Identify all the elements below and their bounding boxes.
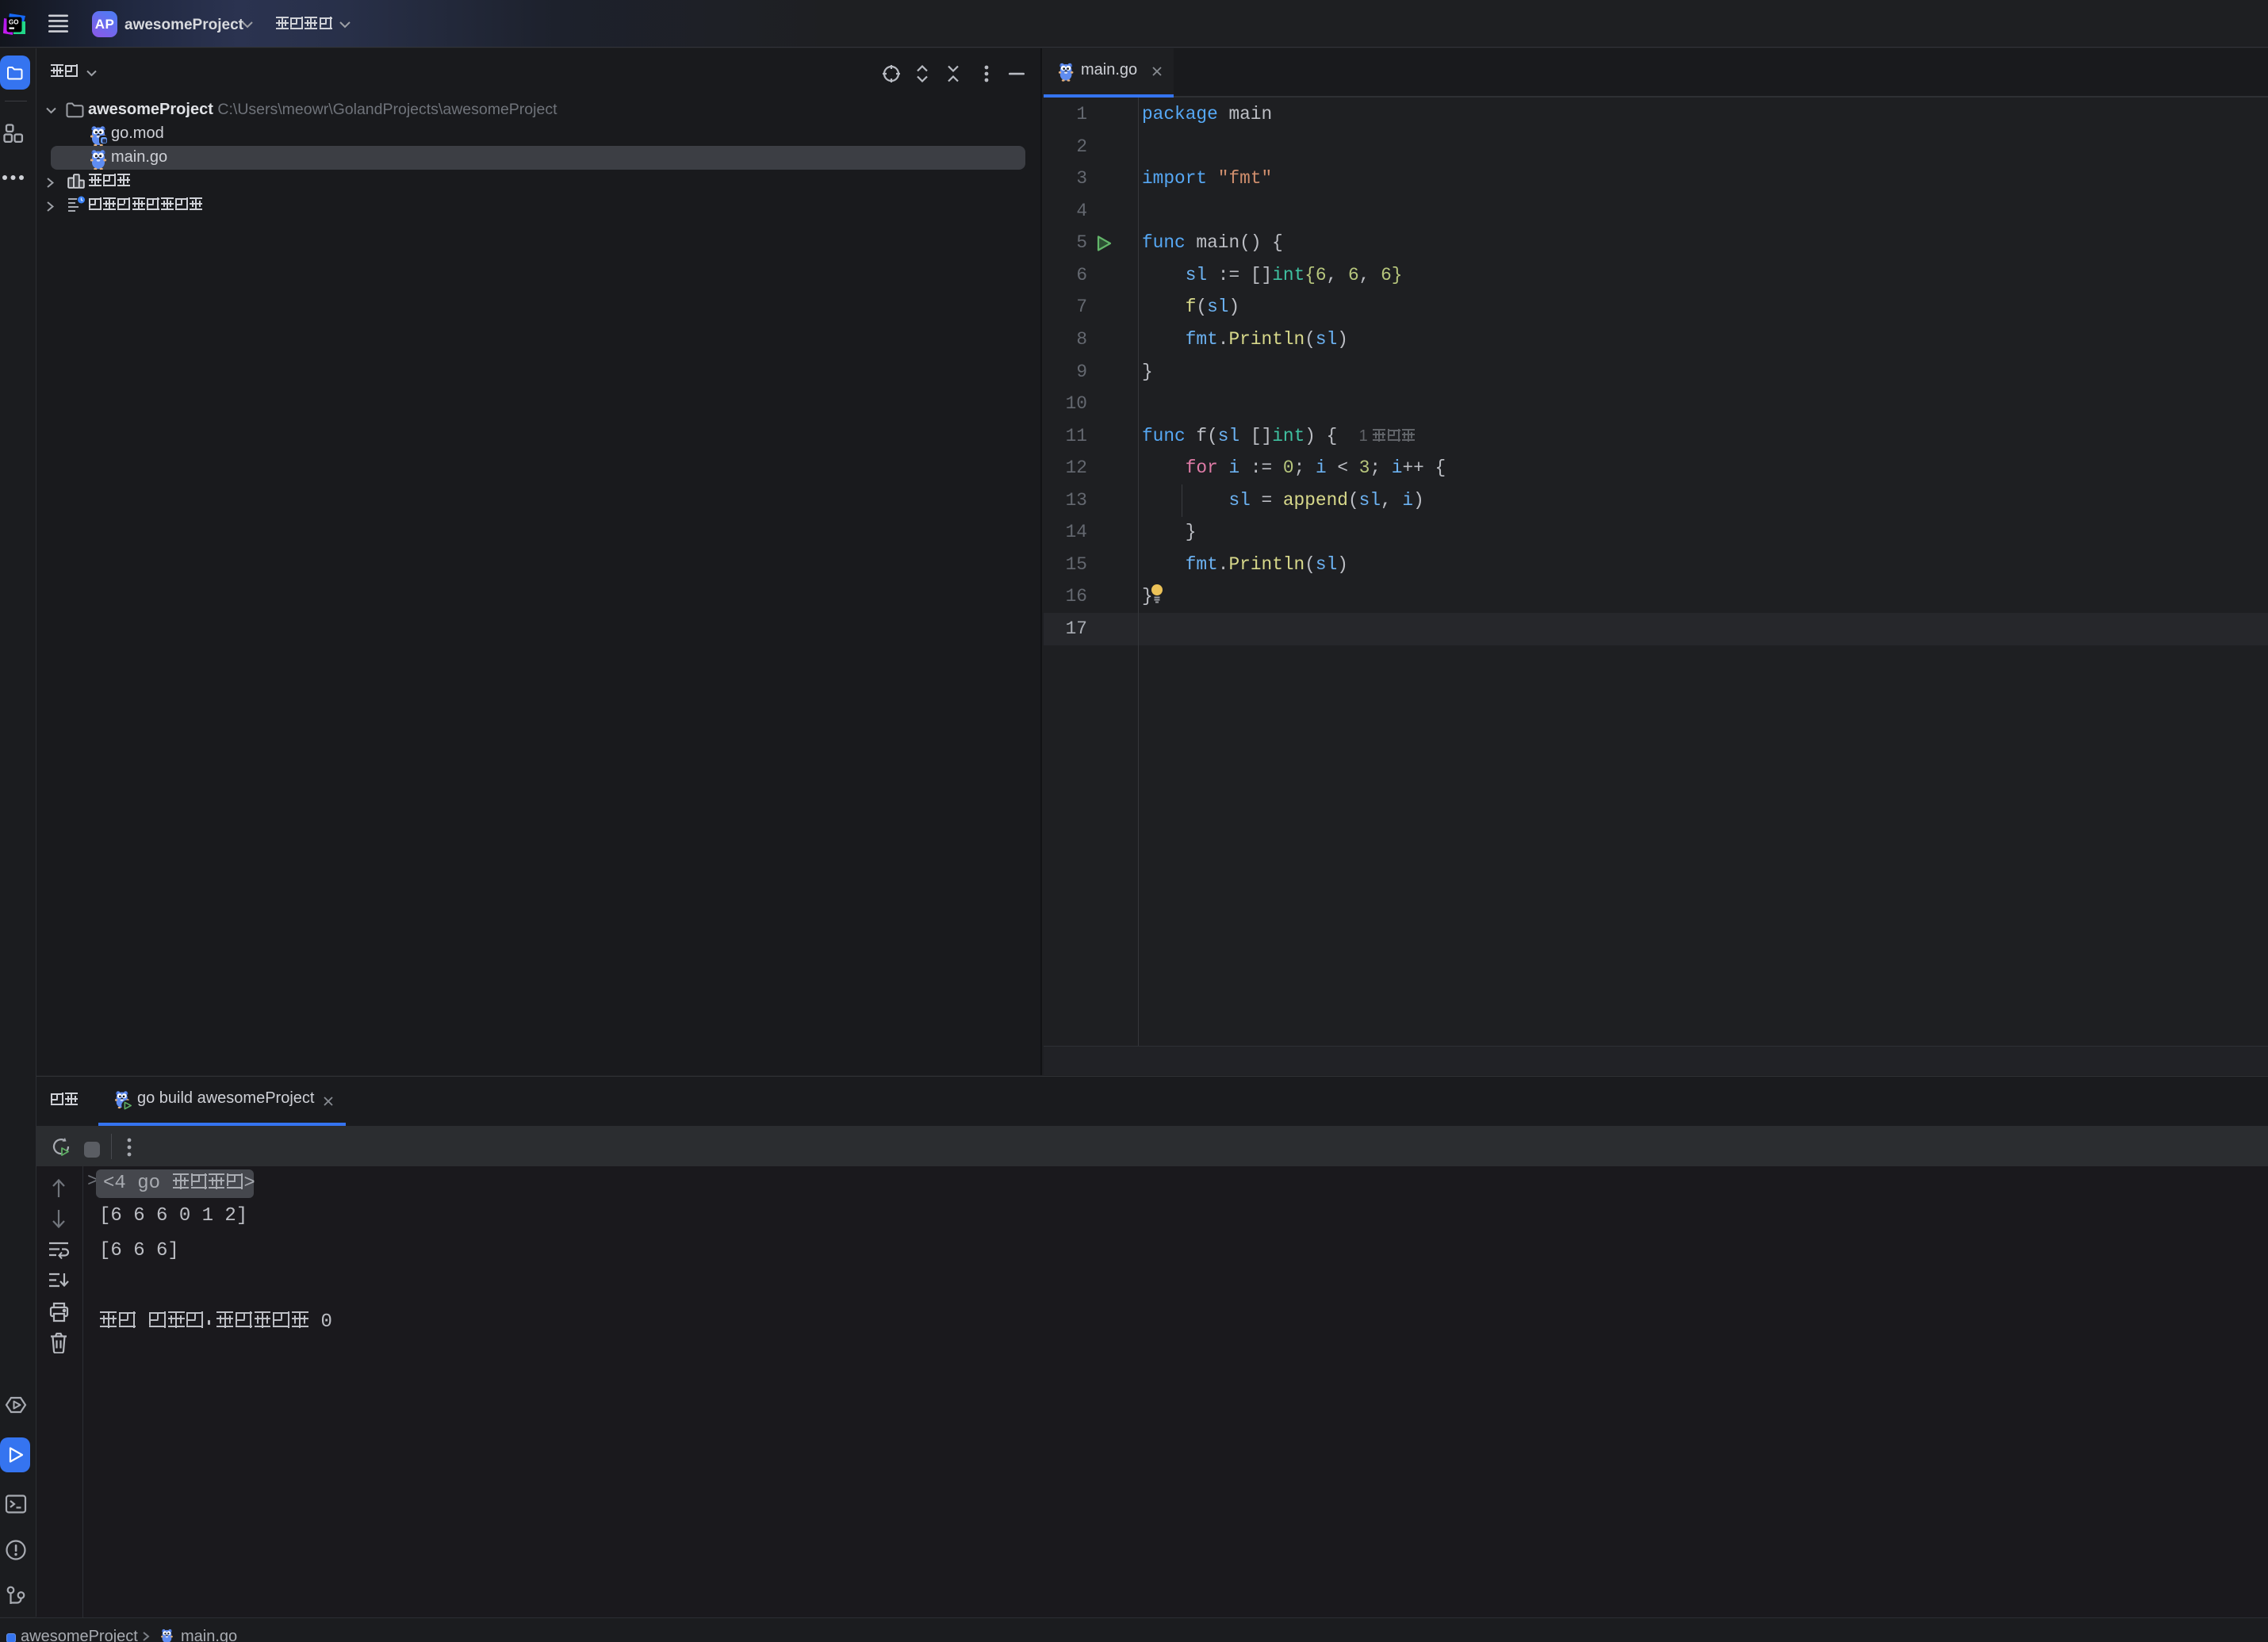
svg-text:GO: GO [9, 19, 18, 26]
